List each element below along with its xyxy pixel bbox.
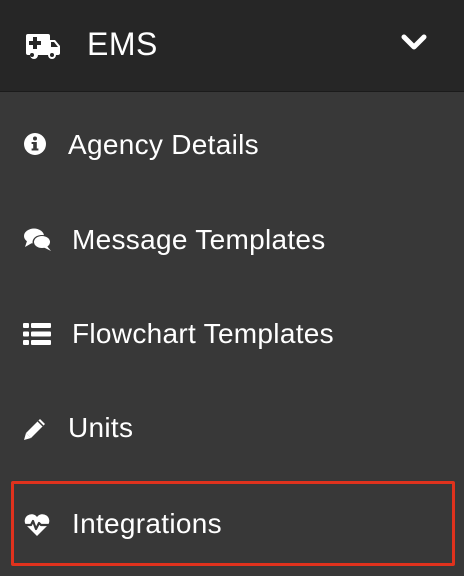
pencil-icon — [24, 419, 45, 440]
menu-item-label: Integrations — [72, 508, 222, 539]
menu-item-label: Message Templates — [72, 224, 326, 255]
menu-item-agency-details[interactable]: Agency Details — [0, 98, 464, 192]
menu-item-label: Flowchart Templates — [72, 318, 334, 349]
menu-item-units[interactable]: Units — [0, 380, 464, 474]
comments-icon — [24, 228, 52, 251]
chevron-down-icon[interactable] — [400, 30, 428, 54]
ems-menu: EMS Agency Details Message Templates Flo… — [0, 0, 464, 576]
menu-item-label: Units — [68, 412, 134, 443]
heartbeat-icon — [24, 514, 50, 536]
menu-item-label: Agency Details — [68, 129, 259, 160]
menu-item-flowchart-templates[interactable]: Flowchart Templates — [0, 286, 464, 380]
ems-section-header[interactable]: EMS — [0, 0, 464, 92]
menu-item-message-templates[interactable]: Message Templates — [0, 192, 464, 286]
menu-item-integrations[interactable]: Integrations — [0, 476, 464, 570]
section-title: EMS — [87, 26, 158, 62]
list-icon — [23, 323, 51, 345]
ambulance-icon — [26, 34, 60, 59]
info-circle-icon — [24, 133, 46, 155]
